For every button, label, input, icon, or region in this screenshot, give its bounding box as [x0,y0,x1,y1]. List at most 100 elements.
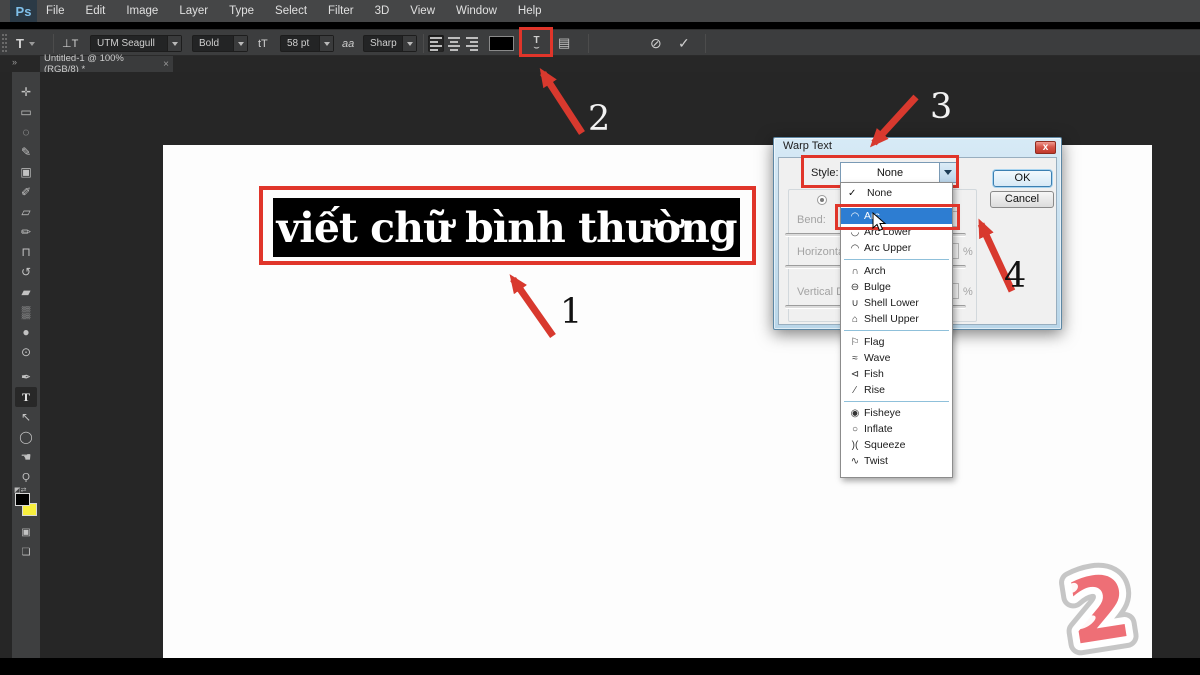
menu-items: File Edit Image Layer Type Select Filter… [46,5,542,17]
dropdown-arrow-icon[interactable] [167,36,181,51]
dropdown-item-none[interactable]: ✓ None [841,185,952,201]
horizontal-percent: % [963,246,973,258]
anti-alias-icon: aa [342,30,354,57]
dropdown-item-wave[interactable]: ≈ Wave [841,350,952,366]
menu-select[interactable]: Select [275,5,307,17]
dropdown-item-rise[interactable]: ∕ Rise [841,382,952,398]
dropdown-item-bulge[interactable]: ⊖ Bulge [841,279,952,295]
font-size-select[interactable]: 58 pt [280,35,334,52]
menu-layer[interactable]: Layer [179,5,208,17]
clone-stamp-tool[interactable]: ⊓ [15,242,37,262]
squeeze-style-icon: )( [848,440,862,451]
menu-image[interactable]: Image [126,5,158,17]
shell-lower-style-icon: ∪ [848,298,862,309]
menu-filter[interactable]: Filter [328,5,354,17]
menu-3d[interactable]: 3D [375,5,390,17]
fisheye-style-icon: ◉ [848,408,862,419]
dropdown-item-shell-lower[interactable]: ∪ Shell Lower [841,295,952,311]
menu-type[interactable]: Type [229,5,254,17]
screen-mode-button[interactable]: ❏ [15,542,37,562]
bulge-style-icon: ⊖ [848,282,862,293]
dialog-title: Warp Text [783,140,832,152]
type-tool-preset-icon[interactable]: T [16,30,35,57]
annotation-box-text [259,186,756,265]
eyedropper-tool[interactable]: ✐ [15,182,37,202]
twist-style-icon: ∿ [848,456,862,467]
cancel-button[interactable]: Cancel [990,191,1054,208]
dropdown-item-fisheye[interactable]: ◉ Fisheye [841,405,952,421]
type-tool[interactable]: T [15,387,37,407]
menu-help[interactable]: Help [518,5,542,17]
gradient-tool[interactable]: ▒ [15,302,37,322]
zoom-tool[interactable]: Ϙ [15,467,37,487]
quick-mask-button[interactable]: ▣ [15,522,37,542]
options-grip [2,34,7,52]
font-family-select[interactable]: UTM Seagull [90,35,182,52]
font-style-select[interactable]: Bold [192,35,248,52]
menu-edit[interactable]: Edit [86,5,106,17]
arch-style-icon: ∩ [848,266,862,277]
hand-tool[interactable]: ☚ [15,447,37,467]
align-left-button[interactable] [428,35,444,52]
align-right-button[interactable] [464,35,480,52]
dropdown-item-twist[interactable]: ∿ Twist [841,453,952,469]
healing-brush-tool[interactable]: ▱ [15,202,37,222]
ok-button[interactable]: OK [993,170,1052,187]
photoshop-window: Ps File Edit Image Layer Type Select Fil… [0,0,1200,675]
align-center-button[interactable] [446,35,462,52]
dropdown-item-arch[interactable]: ∩ Arch [841,263,952,279]
text-color-swatch[interactable] [489,36,514,51]
menu-window[interactable]: Window [456,5,497,17]
fish-style-icon: ⊲ [848,369,862,380]
blur-tool[interactable]: ● [15,322,37,342]
ellipse-tool[interactable]: ◯ [15,427,37,447]
document-tab-bar: » Untitled-1 @ 100% (RGB/8) * × [0,56,1200,72]
wave-style-icon: ≈ [848,353,862,364]
bend-label: Bend: [797,214,826,226]
document-tab[interactable]: Untitled-1 @ 100% (RGB/8) * × [40,56,173,72]
foreground-color-swatch[interactable] [15,493,30,506]
dropdown-arrow-icon[interactable] [233,36,247,51]
collapse-panels-icon[interactable]: » [12,57,17,67]
flag-style-icon: ⚐ [848,337,862,348]
move-tool[interactable]: ✛ [15,82,37,102]
color-swatches: ◩⇄ [13,490,39,522]
anti-alias-select[interactable]: Sharp [363,35,417,52]
dropdown-item-shell-upper[interactable]: ⌂ Shell Upper [841,311,952,327]
pen-tool[interactable]: ✒ [15,367,37,387]
menu-file[interactable]: File [46,5,65,17]
dialog-close-icon[interactable]: x [1035,141,1056,154]
dropdown-item-arc-upper[interactable]: ◠ Arc Upper [841,240,952,256]
tools-panel: ✛ ▭ ◌ ✎ ▣ ✐ ▱ ✏ ⊓ ↺ ▰ ▒ ● ⊙ ✒ T ↖ ◯ ☚ Ϙ … [12,72,40,658]
options-bar: T ⊥T UTM Seagull Bold tT 58 pt aa Sharp … [0,29,1200,56]
dropdown-item-squeeze[interactable]: )( Squeeze [841,437,952,453]
annotation-box-warp-button [519,27,553,57]
brush-tool[interactable]: ✏ [15,222,37,242]
quick-selection-tool[interactable]: ✎ [15,142,37,162]
lasso-tool[interactable]: ◌ [15,122,37,142]
photoshop-logo: Ps [10,0,37,22]
font-size-icon: tT [258,30,268,57]
dropdown-arrow-icon[interactable] [319,36,333,51]
horizontal-radio [817,195,827,205]
tab-close-icon[interactable]: × [163,59,169,70]
marquee-tool[interactable]: ▭ [15,102,37,122]
cancel-edits-icon[interactable]: ⊘ [650,35,662,52]
menu-view[interactable]: View [410,5,435,17]
char-paragraph-panel-button[interactable]: ▤ [558,35,570,51]
vertical-percent: % [963,286,973,298]
menu-bar: Ps File Edit Image Layer Type Select Fil… [0,0,1200,22]
path-selection-tool[interactable]: ↖ [15,407,37,427]
shell-upper-style-icon: ⌂ [848,314,862,325]
eraser-tool[interactable]: ▰ [15,282,37,302]
check-icon: ✓ [848,188,856,199]
dropdown-item-flag[interactable]: ⚐ Flag [841,334,952,350]
commit-edits-icon[interactable]: ✓ [678,35,690,52]
text-align-group [428,35,480,52]
dodge-tool[interactable]: ⊙ [15,342,37,362]
dropdown-arrow-icon[interactable] [402,36,416,51]
dropdown-item-inflate[interactable]: ○ Inflate [841,421,952,437]
history-brush-tool[interactable]: ↺ [15,262,37,282]
dropdown-item-fish[interactable]: ⊲ Fish [841,366,952,382]
crop-tool[interactable]: ▣ [15,162,37,182]
